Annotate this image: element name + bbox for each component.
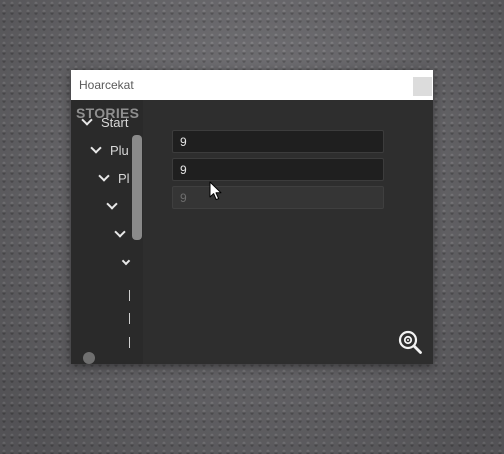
tree-guide-line — [129, 337, 130, 348]
tree-node-level-6[interactable] — [121, 255, 139, 271]
chevron-down-icon — [90, 142, 102, 154]
number-field-2[interactable] — [172, 158, 384, 181]
story-preview — [143, 100, 433, 364]
chevron-down-icon — [98, 170, 110, 182]
number-field-1[interactable] — [172, 130, 384, 153]
chevron-down-icon — [114, 226, 126, 238]
chevron-down-icon — [121, 256, 131, 266]
settings-dot-icon[interactable] — [83, 352, 95, 364]
chevron-down-icon — [106, 198, 118, 210]
close-button[interactable] — [413, 77, 432, 96]
tree-node-label: Pl — [118, 170, 130, 186]
tree-node-pl[interactable]: Pl — [98, 170, 130, 186]
tree-guide-line — [129, 313, 130, 324]
tree-node-label: Plu — [110, 142, 129, 158]
plugin-window: Hoarcekat STORIES Start Plu Pl — [71, 70, 433, 364]
title-bar[interactable]: Hoarcekat — [71, 70, 433, 100]
number-field-disabled[interactable] — [172, 186, 384, 209]
stories-header: STORIES — [76, 105, 140, 121]
tree-node-level-4[interactable] — [106, 198, 126, 214]
zoom-button[interactable] — [397, 329, 423, 355]
sidebar-scrollbar[interactable] — [132, 135, 142, 240]
tree-guide-line — [129, 290, 130, 301]
window-title: Hoarcekat — [79, 78, 134, 92]
tree-node-plugin[interactable]: Plu — [90, 142, 129, 158]
zoom-icon — [398, 330, 422, 354]
stories-sidebar: STORIES Start Plu Pl — [71, 100, 143, 364]
